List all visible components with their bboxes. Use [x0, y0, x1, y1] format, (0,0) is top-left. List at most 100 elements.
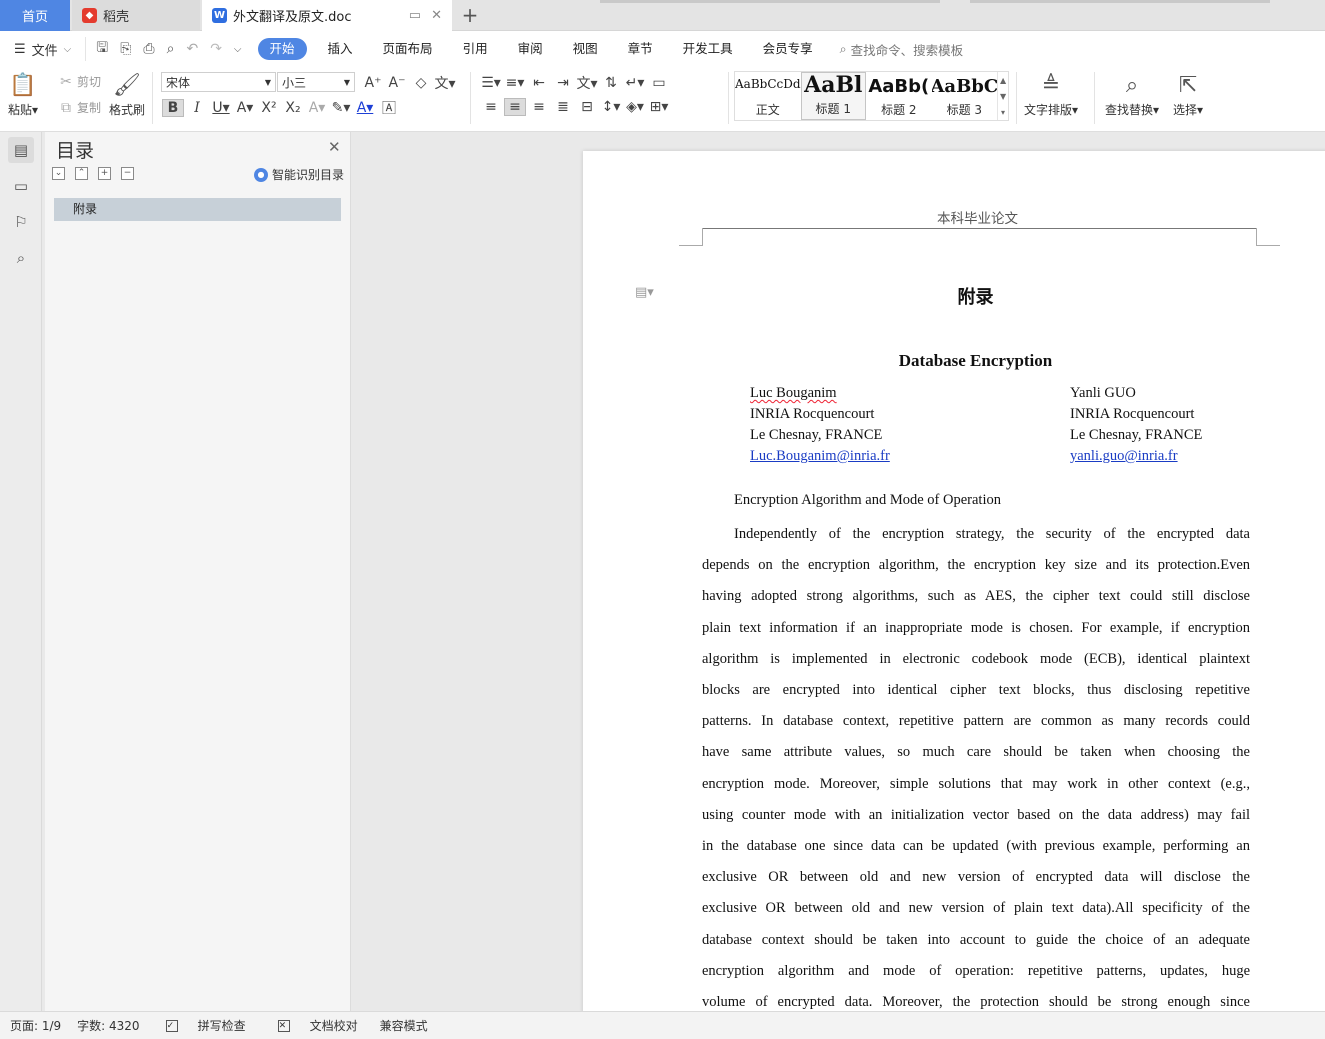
page-header: 本科毕业论文: [937, 211, 1018, 227]
author-org: INRIA Rocquencourt: [750, 406, 875, 422]
command-search[interactable]: ⌕ 查找命令、搜索模板: [840, 40, 964, 59]
page-indicator[interactable]: 页面: 1/9: [10, 1017, 61, 1034]
grow-font-icon[interactable]: A⁺: [362, 75, 384, 91]
spell-check-toggle[interactable]: ✓ 拼写检查: [156, 1017, 252, 1034]
tab-docer[interactable]: ◆ 稻壳: [72, 0, 200, 31]
numbered-list-icon[interactable]: ≡▾: [504, 75, 526, 91]
smart-toc-button[interactable]: ● 智能识别目录: [254, 166, 344, 183]
menu-page-layout[interactable]: 页面布局: [368, 38, 448, 60]
toc-panel-icon[interactable]: ▤: [8, 137, 34, 163]
menu-developer[interactable]: 开发工具: [668, 38, 748, 60]
align-center-icon[interactable]: ≡: [504, 98, 526, 116]
find-replace-button[interactable]: ⌕ 查找替换▾: [1105, 71, 1159, 118]
cut-button[interactable]: ✂ 剪切: [55, 73, 101, 90]
pin-icon[interactable]: ▭: [409, 8, 421, 23]
menu-insert[interactable]: 插入: [313, 38, 368, 60]
search-icon[interactable]: ⌕: [8, 245, 34, 271]
menu-membership[interactable]: 会员专享: [748, 38, 828, 60]
tab-document[interactable]: W 外文翻译及原文.doc ▭ ✕: [202, 0, 452, 31]
proofread-toggle[interactable]: ✕ 文档校对: [268, 1017, 364, 1034]
text-effect-icon[interactable]: A▾: [306, 100, 328, 116]
search-icon: ⌕: [839, 41, 847, 56]
show-marks-icon[interactable]: ↵▾: [624, 75, 646, 91]
expand-all-icon[interactable]: ⌃: [75, 167, 88, 180]
italic-icon[interactable]: I: [186, 100, 208, 116]
chapter-nav-icon[interactable]: ▭: [8, 173, 34, 199]
collapse-all-icon[interactable]: ⌄: [52, 167, 65, 180]
tab-docer-label: 稻壳: [103, 10, 130, 25]
borders-icon[interactable]: ⊞▾: [648, 99, 670, 115]
bold-icon[interactable]: B: [162, 99, 184, 117]
font-size-select[interactable]: 小三 ▼: [277, 72, 355, 92]
bookmark-icon[interactable]: ⚐: [8, 209, 34, 235]
text-layout-button[interactable]: ≜ 文字排版▾: [1024, 71, 1078, 118]
ruler-icon[interactable]: ▭: [648, 75, 670, 91]
chinese-layout-icon[interactable]: 文▾: [576, 73, 598, 93]
author-email[interactable]: yanli.guo@inria.fr: [1070, 448, 1178, 464]
redo-icon[interactable]: ↷: [210, 41, 222, 57]
menu-review[interactable]: 审阅: [503, 38, 558, 60]
clear-format-icon[interactable]: ◇: [410, 75, 432, 91]
select-button[interactable]: ⇱ 选择▾: [1173, 71, 1203, 118]
export-pdf-icon[interactable]: ⎘: [120, 41, 131, 57]
shrink-font-icon[interactable]: A⁻: [386, 75, 408, 91]
menu-view[interactable]: 视图: [558, 38, 613, 60]
close-icon[interactable]: ✕: [431, 8, 442, 23]
menu-references[interactable]: 引用: [448, 38, 503, 60]
font-color-icon[interactable]: A▾: [354, 100, 376, 116]
subscript-icon[interactable]: X₂: [282, 100, 304, 116]
document-workspace[interactable]: 本科毕业论文 ▤▾ 附录 Database Encryption Luc Bou…: [351, 132, 1325, 1011]
close-icon[interactable]: ✕: [328, 138, 341, 156]
navigation-rail: ▤ ▭ ⚐ ⌕: [0, 132, 42, 1011]
proofread-label: 文档校对: [309, 1019, 358, 1033]
line-spacing-icon[interactable]: ↕▾: [600, 99, 622, 115]
decrease-indent-icon[interactable]: ⇤: [528, 75, 550, 91]
increase-indent-icon[interactable]: ⇥: [552, 75, 574, 91]
promote-icon[interactable]: +: [98, 167, 111, 180]
format-painter-button[interactable]: 🖌 格式刷: [109, 71, 145, 118]
sort-icon[interactable]: ⇅: [600, 75, 622, 91]
demote-icon[interactable]: −: [121, 167, 134, 180]
style-heading-2[interactable]: AaBb( 标题 2: [866, 72, 932, 120]
copy-button[interactable]: ⧉ 复制: [55, 99, 101, 116]
smart-toc-label: 智能识别目录: [272, 168, 345, 182]
menu-chapter[interactable]: 章节: [613, 38, 668, 60]
distribute-icon[interactable]: ⊟: [576, 99, 598, 115]
tab-home[interactable]: 首页: [0, 0, 70, 31]
bullet-list-icon[interactable]: ☰▾: [480, 75, 502, 91]
style-heading-1[interactable]: AaBl 标题 1: [800, 72, 867, 120]
menu-home[interactable]: 开始: [257, 38, 307, 60]
chevron-down-icon: ▼: [343, 77, 350, 87]
file-menu[interactable]: ☰ 文件 ⌵: [0, 40, 85, 59]
paste-button[interactable]: 📋 粘贴▾: [8, 71, 38, 118]
undo-icon[interactable]: ↶: [186, 41, 198, 57]
underline-icon[interactable]: U▾: [210, 100, 232, 116]
save-icon[interactable]: 🖫: [96, 37, 108, 61]
align-right-icon[interactable]: ≡: [528, 99, 550, 115]
print-icon[interactable]: ⎙: [143, 41, 154, 57]
toc-item[interactable]: 附录: [54, 198, 341, 221]
style-normal[interactable]: AaBbCcDd 正文: [735, 72, 801, 120]
style-heading-3[interactable]: AaBbC 标题 3: [932, 72, 998, 120]
checkbox-checked-icon: ✓: [165, 1019, 178, 1032]
highlight-icon[interactable]: ✎▾: [330, 100, 352, 116]
author-email[interactable]: Luc.Bouganim@inria.fr: [750, 448, 890, 464]
document-page[interactable]: 本科毕业论文 ▤▾ 附录 Database Encryption Luc Bou…: [583, 151, 1325, 1011]
font-name-select[interactable]: 宋体 ▼: [161, 72, 276, 92]
char-border-icon[interactable]: 🄰: [378, 98, 400, 118]
superscript-icon[interactable]: X²: [258, 100, 280, 116]
header-rule: [703, 228, 1256, 229]
new-tab-button[interactable]: +: [458, 3, 482, 27]
strikethrough-icon[interactable]: A▾: [234, 100, 256, 116]
pinyin-icon[interactable]: 文▾: [434, 73, 456, 93]
word-count[interactable]: 字数: 4320: [77, 1017, 139, 1034]
menu-bar: ☰ 文件 ⌵ 🖫 ⎘ ⎙ ⌕ ↶ ↷ ⌵ 开始 插入 页面布局 引用 审阅 视图…: [0, 31, 1325, 67]
text-line: have same attribute values, so much care…: [702, 744, 1250, 761]
spell-check-label: 拼写检查: [197, 1019, 246, 1033]
customize-icon[interactable]: ⌵: [234, 44, 242, 55]
print-preview-icon[interactable]: ⌕: [167, 41, 175, 57]
shading-icon[interactable]: ◈▾: [624, 99, 646, 115]
justify-icon[interactable]: ≣: [552, 99, 574, 115]
align-left-icon[interactable]: ≡: [480, 99, 502, 115]
style-gallery-scroll[interactable]: ▲ ▼ ▾: [997, 72, 1008, 120]
